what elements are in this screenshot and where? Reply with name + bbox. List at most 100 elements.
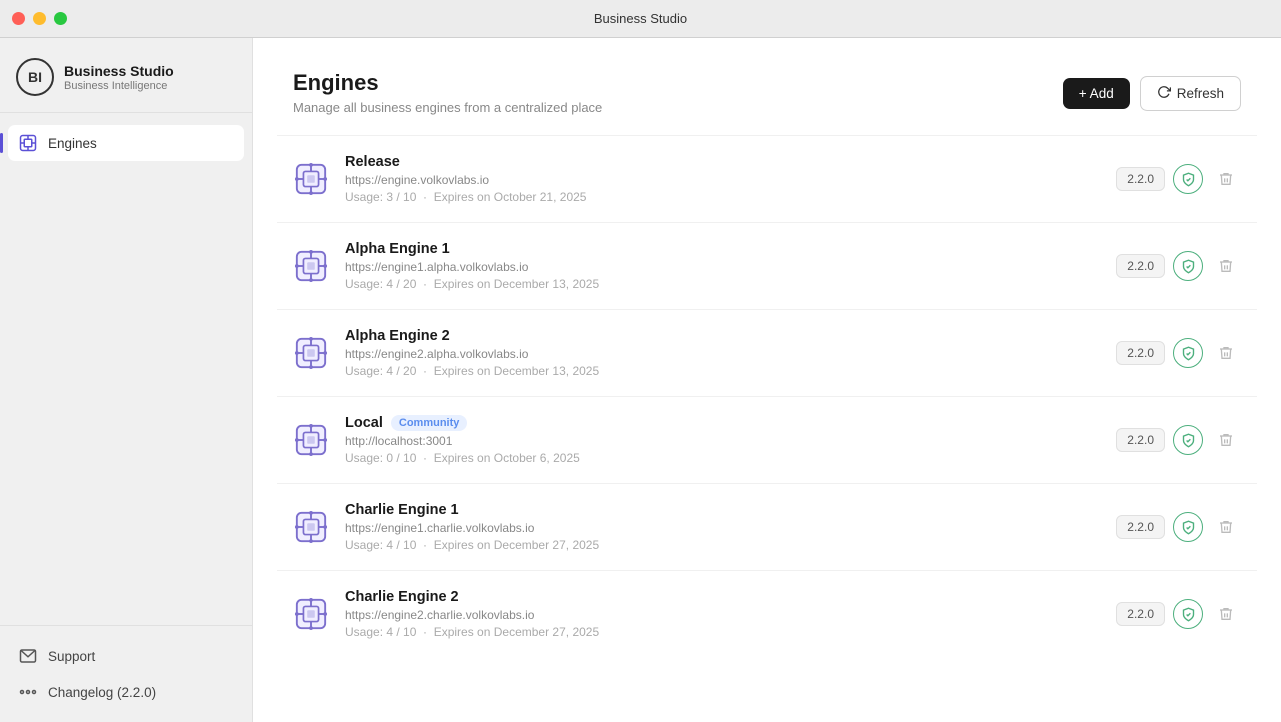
engine-actions: 2.2.0 [1116,164,1241,194]
delete-button[interactable] [1211,425,1241,455]
engine-actions: 2.2.0 [1116,425,1241,455]
engine-info: Charlie Engine 2 https://engine2.charlie… [345,589,1100,639]
refresh-icon [1157,85,1171,102]
engine-url: https://engine2.alpha.volkovlabs.io [345,347,1100,361]
engines-list: Release https://engine.volkovlabs.io Usa… [253,135,1281,657]
engine-meta: Usage: 4 / 20 · Expires on December 13, … [345,277,1100,291]
app-subtitle: Business Intelligence [64,80,174,92]
engine-name-row: Alpha Engine 2 [345,328,1100,344]
titlebar: Business Studio [0,0,1281,38]
engine-name: Release [345,154,400,170]
app-name-section: Business Studio Business Intelligence [64,63,174,92]
app-name: Business Studio [64,63,174,79]
engine-name: Local [345,415,383,431]
engine-item: Local Community http://localhost:3001 Us… [277,396,1257,483]
engine-item: Release https://engine.volkovlabs.io Usa… [277,135,1257,222]
window-controls [12,12,67,25]
engines-icon [18,133,38,153]
engine-info: Release https://engine.volkovlabs.io Usa… [345,154,1100,204]
engine-icon [293,161,329,197]
engine-actions: 2.2.0 [1116,512,1241,542]
changelog-label: Changelog (2.2.0) [48,685,156,700]
version-badge: 2.2.0 [1116,428,1165,452]
version-badge: 2.2.0 [1116,341,1165,365]
add-button[interactable]: + Add [1063,78,1130,109]
engine-url: https://engine1.charlie.volkovlabs.io [345,521,1100,535]
page-title-section: Engines Manage all business engines from… [293,70,602,115]
delete-button[interactable] [1211,599,1241,629]
engine-meta: Usage: 4 / 10 · Expires on December 27, … [345,538,1100,552]
version-badge: 2.2.0 [1116,167,1165,191]
engine-meta: Usage: 0 / 10 · Expires on October 6, 20… [345,451,1100,465]
engine-item: Alpha Engine 1 https://engine1.alpha.vol… [277,222,1257,309]
page-title: Engines [293,70,602,96]
version-badge: 2.2.0 [1116,254,1165,278]
support-icon [18,646,38,666]
engine-info: Alpha Engine 2 https://engine2.alpha.vol… [345,328,1100,378]
app-logo: BI [16,58,54,96]
engine-url: https://engine.volkovlabs.io [345,173,1100,187]
engine-actions: 2.2.0 [1116,251,1241,281]
sidebar-footer: Support Changelog (2.2.0) [0,625,252,722]
delete-button[interactable] [1211,338,1241,368]
engine-name-row: Local Community [345,415,1100,431]
refresh-button[interactable]: Refresh [1140,76,1241,111]
shield-button[interactable] [1173,599,1203,629]
engine-name-row: Charlie Engine 1 [345,502,1100,518]
engine-url: http://localhost:3001 [345,434,1100,448]
delete-button[interactable] [1211,512,1241,542]
engine-item: Charlie Engine 1 https://engine1.charlie… [277,483,1257,570]
shield-button[interactable] [1173,251,1203,281]
shield-button[interactable] [1173,164,1203,194]
sidebar-header: BI Business Studio Business Intelligence [0,38,252,113]
engine-name: Charlie Engine 2 [345,589,459,605]
engine-name-row: Charlie Engine 2 [345,589,1100,605]
engine-item: Alpha Engine 2 https://engine2.alpha.vol… [277,309,1257,396]
sidebar-nav: Engines [0,113,252,625]
engine-name: Alpha Engine 1 [345,241,450,257]
main-content: Engines Manage all business engines from… [253,38,1281,722]
engine-item: Charlie Engine 2 https://engine2.charlie… [277,570,1257,657]
engine-name: Alpha Engine 2 [345,328,450,344]
sidebar-item-changelog[interactable]: Changelog (2.2.0) [8,674,244,710]
engine-icon [293,248,329,284]
sidebar: BI Business Studio Business Intelligence [0,38,253,722]
minimize-button[interactable] [33,12,46,25]
version-badge: 2.2.0 [1116,515,1165,539]
delete-button[interactable] [1211,164,1241,194]
engine-name-row: Release [345,154,1100,170]
engine-meta: Usage: 4 / 20 · Expires on December 13, … [345,364,1100,378]
sidebar-item-engines[interactable]: Engines [8,125,244,161]
engine-name: Charlie Engine 1 [345,502,459,518]
engine-url: https://engine1.alpha.volkovlabs.io [345,260,1100,274]
engine-icon [293,509,329,545]
window-title: Business Studio [594,11,687,26]
engine-meta: Usage: 3 / 10 · Expires on October 21, 2… [345,190,1100,204]
engine-info: Local Community http://localhost:3001 Us… [345,415,1100,465]
engine-actions: 2.2.0 [1116,599,1241,629]
engine-info: Alpha Engine 1 https://engine1.alpha.vol… [345,241,1100,291]
maximize-button[interactable] [54,12,67,25]
support-label: Support [48,649,95,664]
shield-button[interactable] [1173,512,1203,542]
sidebar-item-engines-label: Engines [48,136,97,151]
close-button[interactable] [12,12,25,25]
delete-button[interactable] [1211,251,1241,281]
refresh-label: Refresh [1177,86,1224,101]
page-actions: + Add Refresh [1063,76,1241,111]
sidebar-item-support[interactable]: Support [8,638,244,674]
engine-name-row: Alpha Engine 1 [345,241,1100,257]
engine-icon [293,596,329,632]
engine-icon [293,422,329,458]
page-header: Engines Manage all business engines from… [253,38,1281,135]
shield-button[interactable] [1173,338,1203,368]
changelog-icon [18,682,38,702]
version-badge: 2.2.0 [1116,602,1165,626]
engine-url: https://engine2.charlie.volkovlabs.io [345,608,1100,622]
engine-badge: Community [391,415,468,431]
engine-meta: Usage: 4 / 10 · Expires on December 27, … [345,625,1100,639]
engine-icon [293,335,329,371]
shield-button[interactable] [1173,425,1203,455]
engine-info: Charlie Engine 1 https://engine1.charlie… [345,502,1100,552]
engine-actions: 2.2.0 [1116,338,1241,368]
